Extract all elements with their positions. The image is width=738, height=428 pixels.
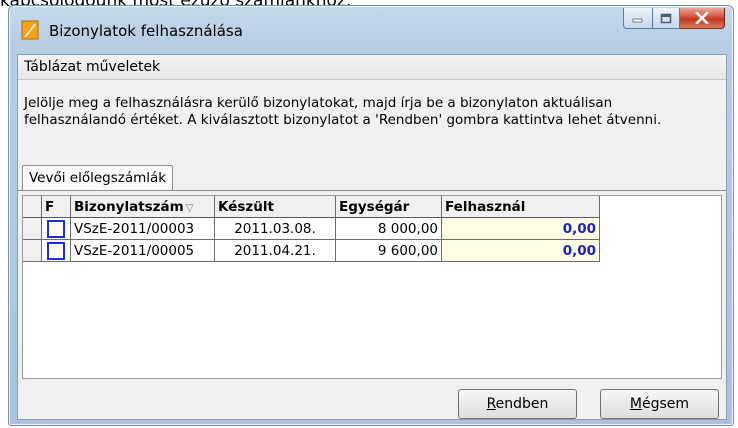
invoice-grid[interactable]: F Bizonylatszám ▽ Készült Egységár Felhas… xyxy=(22,195,722,379)
ok-mnemonic: R xyxy=(486,396,496,412)
minimize-icon xyxy=(632,18,643,23)
cancel-label: égsem xyxy=(642,396,690,412)
cancel-button[interactable]: Mégsem xyxy=(600,389,719,419)
dialog-window: Bizonylatok felhasználása Táblázat művel… xyxy=(8,5,734,426)
checkbox-icon[interactable] xyxy=(47,219,65,238)
checkbox-icon[interactable] xyxy=(47,241,65,260)
ok-button[interactable]: Rendben xyxy=(458,389,577,419)
table-row[interactable]: VSzE-2011/00005 2011.04.21. 9 600,00 0,0… xyxy=(23,239,600,262)
maximize-icon xyxy=(660,13,672,23)
column-header-number-label: Bizonylatszám xyxy=(74,198,184,215)
cell-date: 2011.03.08. xyxy=(214,217,336,240)
row-checkbox[interactable] xyxy=(41,217,71,240)
maximize-button[interactable] xyxy=(653,8,680,29)
cell-number: VSzE-2011/00005 xyxy=(70,239,215,262)
dialog-client-area: Táblázat műveletek Jelölje meg a felhasz… xyxy=(17,54,727,420)
cell-use-input[interactable]: 0,00 xyxy=(441,217,600,240)
app-icon xyxy=(21,20,39,40)
minimize-button[interactable] xyxy=(623,8,653,29)
filter-icon[interactable]: ▽ xyxy=(186,203,194,214)
tab-vevoi-elolegszamlak[interactable]: Vevői előlegszámlák xyxy=(22,165,174,190)
ok-label: endben xyxy=(495,396,549,412)
column-header-price[interactable]: Egységár xyxy=(335,196,442,218)
row-indicator[interactable] xyxy=(23,239,42,262)
cell-date: 2011.04.21. xyxy=(214,239,336,262)
row-indicator-header xyxy=(23,196,42,218)
table-row[interactable]: VSzE-2011/00003 2011.03.08. 8 000,00 0,0… xyxy=(23,217,600,240)
column-header-date[interactable]: Készült xyxy=(214,196,336,218)
cell-use-input[interactable]: 0,00 xyxy=(441,239,600,262)
title-bar[interactable]: Bizonylatok felhasználása xyxy=(9,6,733,54)
cell-number: VSzE-2011/00003 xyxy=(70,217,215,240)
row-checkbox[interactable] xyxy=(41,239,71,262)
cell-price: 9 600,00 xyxy=(335,239,442,262)
column-header-f[interactable]: F xyxy=(41,196,71,218)
caption-buttons xyxy=(623,8,725,30)
invoice-table: F Bizonylatszám ▽ Készült Egységár Felhas… xyxy=(23,196,600,262)
close-button[interactable] xyxy=(680,8,725,29)
cancel-mnemonic: M xyxy=(629,396,643,412)
column-header-number[interactable]: Bizonylatszám ▽ xyxy=(70,196,215,218)
menu-table-operations[interactable]: Táblázat műveletek xyxy=(24,59,160,75)
column-header-use[interactable]: Felhasznál xyxy=(441,196,600,218)
close-icon xyxy=(695,12,709,24)
window-title: Bizonylatok felhasználása xyxy=(49,22,243,40)
menu-bar: Táblázat műveletek xyxy=(18,55,726,80)
tab-divider xyxy=(18,190,726,191)
instructions-text: Jelölje meg a felhasználásra kerülő bizo… xyxy=(24,95,662,128)
row-indicator[interactable] xyxy=(23,217,42,240)
cell-price: 8 000,00 xyxy=(335,217,442,240)
table-header-row: F Bizonylatszám ▽ Készült Egységár Felhas… xyxy=(23,196,600,218)
